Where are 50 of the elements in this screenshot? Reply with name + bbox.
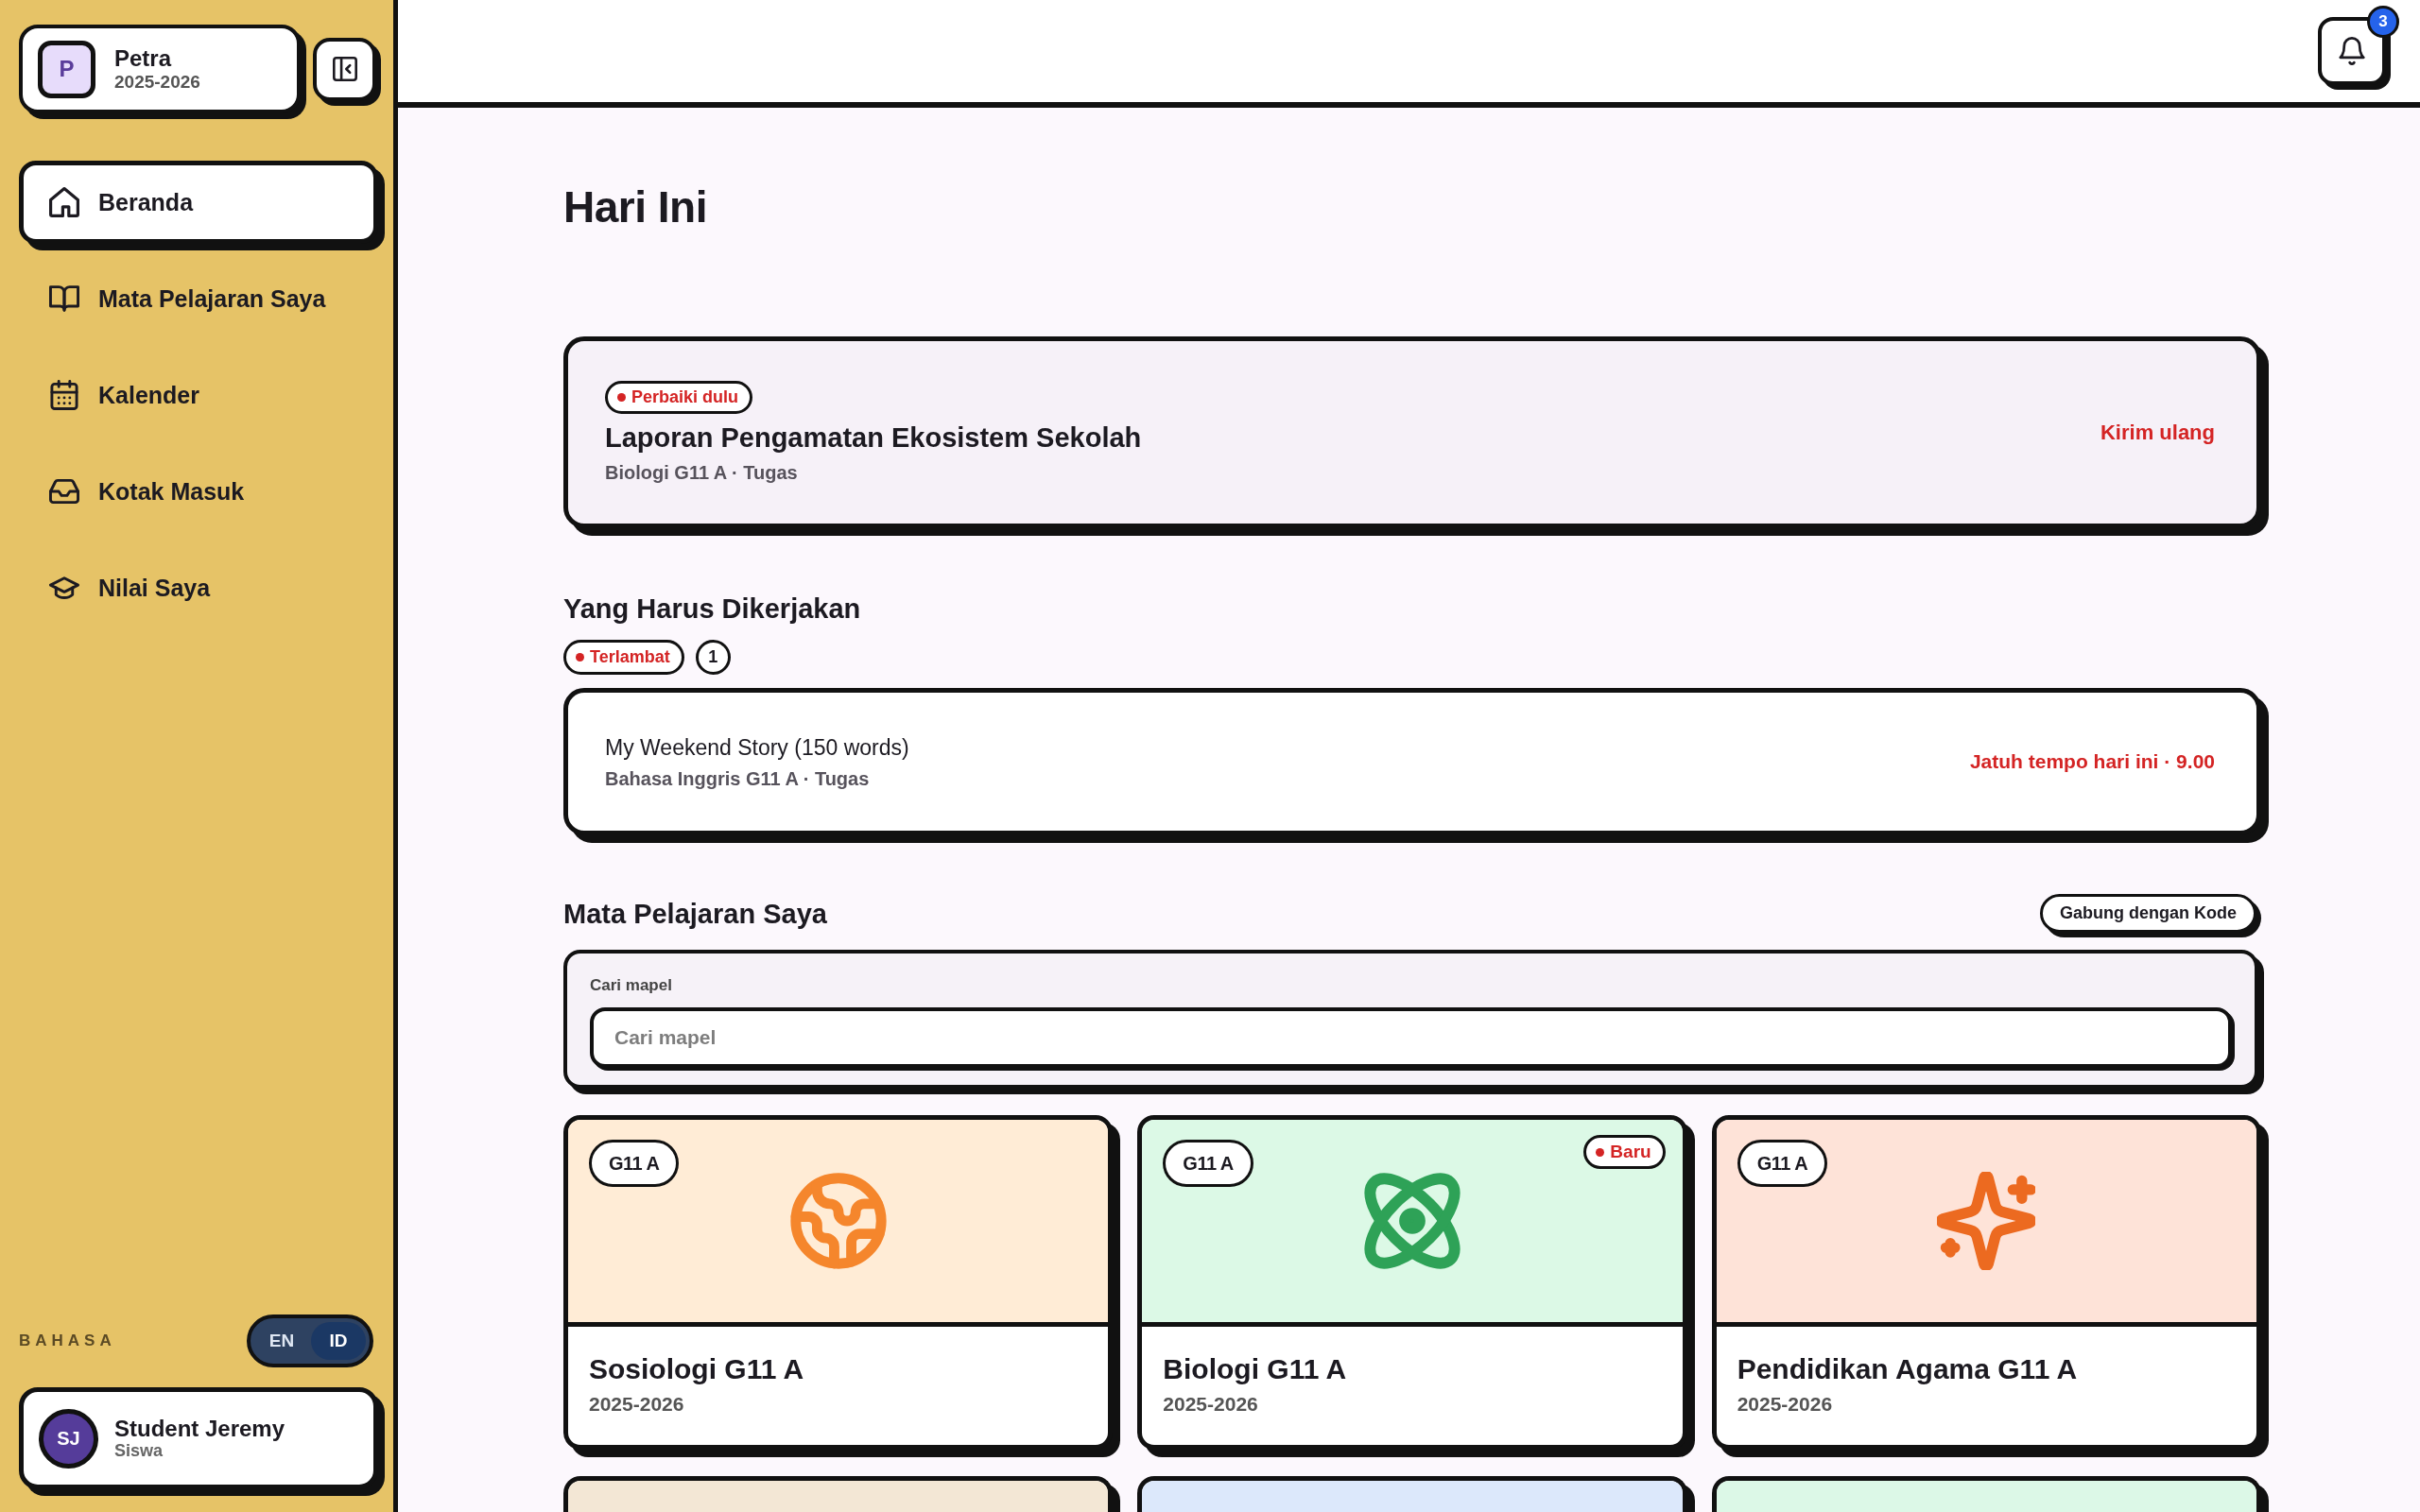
class-tag: G11 A	[589, 1140, 680, 1187]
language-label: BAHASA	[19, 1332, 116, 1350]
sidebar-panel-icon	[332, 57, 357, 81]
subject-title: Biologi G11 A	[1163, 1352, 1348, 1386]
sparkles-icon	[1937, 1172, 2036, 1270]
dot-icon	[1596, 1147, 1605, 1157]
open-book-icon	[49, 284, 79, 314]
page-title: Hari Ini	[563, 181, 708, 233]
nav-item[interactable]: Kotak Masuk	[19, 450, 378, 533]
globe-icon	[788, 1172, 888, 1270]
notification-count: 3	[2367, 6, 2399, 38]
language-option[interactable]: EN	[254, 1322, 309, 1360]
task-title: Laporan Pengamatan Ekosistem Sekolah	[605, 421, 1142, 455]
subject-year: 2025-2026	[1737, 1392, 1834, 1417]
dot-icon	[576, 653, 584, 662]
user-avatar: SJ	[39, 1408, 98, 1469]
dot-icon	[617, 393, 626, 402]
nav-item[interactable]: Nilai Saya	[19, 546, 378, 629]
due-date: Jatuh tempo hari ini · 9.00	[1969, 750, 2215, 773]
inbox-tray-icon	[49, 476, 79, 507]
nav-item[interactable]: Kalender	[19, 353, 378, 437]
subject-title: Pendidikan Agama G11 A	[1737, 1352, 2079, 1386]
count-badge: 1	[695, 640, 731, 675]
section-heading: Yang Harus Dikerjakan	[563, 593, 862, 626]
task-meta: Bahasa Inggris G11 A · Tugas	[605, 768, 870, 790]
workspace-year: 2025-2026	[114, 71, 200, 93]
new-label: Baru	[1610, 1142, 1651, 1162]
status-text: Terlambat	[590, 647, 670, 667]
class-tag: G11 A	[1737, 1140, 1828, 1187]
resend-link[interactable]: Kirim ulang	[2100, 420, 2215, 445]
search-field[interactable]: Cari mapel	[590, 1007, 2232, 1068]
bell-icon	[2339, 37, 2365, 65]
task-title: My Weekend Story (150 words)	[605, 734, 909, 762]
language-option[interactable]: ID	[311, 1322, 366, 1360]
class-tag: G11 A	[1163, 1140, 1253, 1187]
workspace-avatar: P	[38, 40, 95, 98]
subject-year: 2025-2026	[1163, 1392, 1259, 1417]
status-text: Perbaiki dulu	[631, 387, 739, 407]
home-icon	[49, 187, 79, 217]
search-label: Cari mapel	[590, 975, 673, 996]
calendar-icon	[49, 380, 79, 410]
atom-icon	[1363, 1172, 1461, 1270]
subject-title: Sosiologi G11 A	[589, 1352, 805, 1386]
nav-item[interactable]: Mata Pelajaran Saya	[19, 257, 378, 340]
workspace-name: Petra	[114, 45, 173, 72]
user-name: Student Jeremy	[114, 1415, 285, 1442]
section-heading: Mata Pelajaran Saya	[563, 897, 827, 931]
subject-year: 2025-2026	[589, 1392, 685, 1417]
user-role: Siswa	[114, 1441, 164, 1462]
task-meta: Biologi G11 A · Tugas	[605, 462, 798, 484]
